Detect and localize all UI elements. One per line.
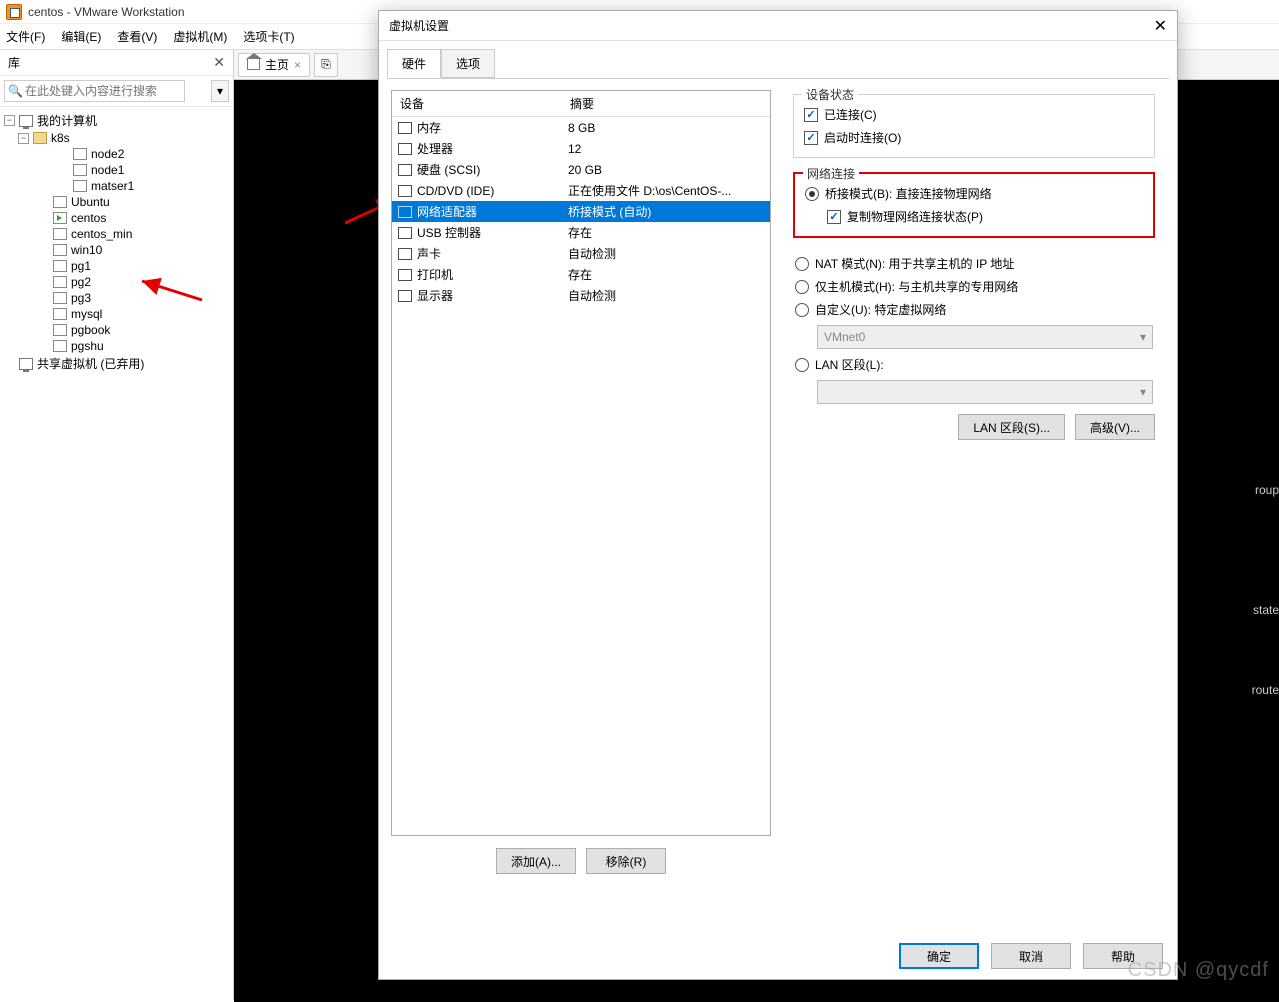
- tree-pg1[interactable]: pg1: [2, 258, 231, 274]
- terminal-output: roup state route: [1252, 470, 1279, 710]
- add-hardware-button[interactable]: 添加(A)...: [496, 848, 576, 874]
- radio-nat[interactable]: NAT 模式(N): 用于共享主机的 IP 地址: [795, 252, 1153, 275]
- radio-icon: [795, 257, 809, 271]
- tree-mysql[interactable]: mysql: [2, 306, 231, 322]
- sound-icon: [398, 248, 412, 260]
- tab-home[interactable]: 主页 ×: [238, 53, 310, 77]
- radio-bridged[interactable]: 桥接模式(B): 直接连接物理网络: [805, 182, 1143, 205]
- dialog-tab-options[interactable]: 选项: [441, 49, 495, 78]
- checkbox-icon: [804, 131, 818, 145]
- tree-pg3[interactable]: pg3: [2, 290, 231, 306]
- hardware-list: 设备 摘要 内存8 GB 处理器12 硬盘 (SCSI)20 GB CD/DVD…: [391, 90, 771, 836]
- dialog-tab-hardware[interactable]: 硬件: [387, 49, 441, 78]
- menu-view[interactable]: 查看(V): [117, 28, 157, 45]
- cancel-button[interactable]: 取消: [991, 943, 1071, 969]
- disk-icon: [398, 164, 412, 176]
- library-close-icon[interactable]: ✕: [213, 54, 225, 71]
- remove-hardware-button[interactable]: 移除(R): [586, 848, 666, 874]
- library-panel: 库 ✕ 🔍 ▾ −我的计算机 −k8s node2 node1 matser1 …: [0, 50, 234, 1000]
- hw-row-sound[interactable]: 声卡自动检测: [392, 243, 770, 264]
- col-device-header: 设备: [392, 91, 562, 116]
- lan-select: ▾: [817, 380, 1153, 404]
- hw-row-cd[interactable]: CD/DVD (IDE)正在使用文件 D:\os\CentOS-...: [392, 180, 770, 201]
- cpu-icon: [398, 143, 412, 155]
- tree-node1[interactable]: node1: [2, 162, 231, 178]
- tree-node2[interactable]: node2: [2, 146, 231, 162]
- menu-file[interactable]: 文件(F): [6, 28, 45, 45]
- usb-icon: [398, 227, 412, 239]
- hw-row-cpu[interactable]: 处理器12: [392, 138, 770, 159]
- tree-centos[interactable]: centos: [2, 210, 231, 226]
- device-state-legend: 设备状态: [802, 86, 858, 103]
- window-title: centos - VMware Workstation: [28, 5, 185, 19]
- menu-tabs[interactable]: 选项卡(T): [243, 28, 294, 45]
- tab-home-label: 主页: [265, 56, 289, 73]
- printer-icon: [398, 269, 412, 281]
- tree-pgshu[interactable]: pgshu: [2, 338, 231, 354]
- hw-row-usb[interactable]: USB 控制器存在: [392, 222, 770, 243]
- hw-row-disk[interactable]: 硬盘 (SCSI)20 GB: [392, 159, 770, 180]
- col-summary-header: 摘要: [562, 91, 770, 116]
- vm-settings-dialog: 虚拟机设置 ✕ 硬件 选项 设备 摘要 内存8 GB 处理器12 硬盘 (SCS…: [378, 10, 1178, 980]
- search-icon: 🔍: [8, 84, 23, 98]
- tree-win10[interactable]: win10: [2, 242, 231, 258]
- chevron-down-icon: ▾: [1140, 330, 1146, 344]
- tree-pg2[interactable]: pg2: [2, 274, 231, 290]
- tree-my-computer[interactable]: −我的计算机: [2, 111, 231, 130]
- library-search-input[interactable]: [4, 80, 185, 102]
- lan-segments-button[interactable]: LAN 区段(S)...: [958, 414, 1065, 440]
- library-tree: −我的计算机 −k8s node2 node1 matser1 Ubuntu c…: [0, 107, 233, 377]
- radio-lan[interactable]: LAN 区段(L):: [795, 353, 1153, 376]
- checkbox-icon: [804, 108, 818, 122]
- home-icon: [247, 59, 260, 70]
- radio-icon: [795, 280, 809, 294]
- tree-centos-min[interactable]: centos_min: [2, 226, 231, 242]
- ok-button[interactable]: 确定: [899, 943, 979, 969]
- network-connection-fieldset: 网络连接 桥接模式(B): 直接连接物理网络 复制物理网络连接状态(P): [793, 172, 1155, 238]
- library-title: 库: [8, 54, 20, 71]
- memory-icon: [398, 122, 412, 134]
- tab-close-icon[interactable]: ×: [294, 58, 301, 72]
- tree-k8s[interactable]: −k8s: [2, 130, 231, 146]
- radio-custom[interactable]: 自定义(U): 特定虚拟网络: [795, 298, 1153, 321]
- hw-row-network[interactable]: 网络适配器桥接模式 (自动): [392, 201, 770, 222]
- network-icon: [398, 206, 412, 218]
- hw-row-display[interactable]: 显示器自动检测: [392, 285, 770, 306]
- device-state-fieldset: 设备状态 已连接(C) 启动时连接(O): [793, 94, 1155, 158]
- chk-connected[interactable]: 已连接(C): [804, 103, 1144, 126]
- advanced-button[interactable]: 高级(V)...: [1075, 414, 1155, 440]
- checkbox-icon: [827, 210, 841, 224]
- detach-tab-button[interactable]: ⎘: [314, 53, 338, 77]
- cd-icon: [398, 185, 412, 197]
- dialog-close-icon[interactable]: ✕: [1154, 16, 1167, 36]
- tree-ubuntu[interactable]: Ubuntu: [2, 194, 231, 210]
- watermark: CSDN @qycdf: [1128, 959, 1269, 982]
- tree-pgbook[interactable]: pgbook: [2, 322, 231, 338]
- radio-hostonly[interactable]: 仅主机模式(H): 与主机共享的专用网络: [795, 275, 1153, 298]
- tree-shared[interactable]: 共享虚拟机 (已弃用): [2, 354, 231, 373]
- dialog-title: 虚拟机设置: [389, 17, 449, 34]
- network-legend: 网络连接: [803, 165, 859, 182]
- menu-vm[interactable]: 虚拟机(M): [173, 28, 227, 45]
- hw-row-memory[interactable]: 内存8 GB: [392, 117, 770, 138]
- menu-edit[interactable]: 编辑(E): [61, 28, 101, 45]
- radio-icon: [795, 358, 809, 372]
- tree-master1[interactable]: matser1: [2, 178, 231, 194]
- vmnet-select: VMnet0▾: [817, 325, 1153, 349]
- chk-connect-poweron[interactable]: 启动时连接(O): [804, 126, 1144, 149]
- display-icon: [398, 290, 412, 302]
- radio-icon: [805, 187, 819, 201]
- chevron-down-icon: ▾: [1140, 385, 1146, 399]
- search-dropdown-button[interactable]: ▾: [211, 80, 229, 102]
- radio-icon: [795, 303, 809, 317]
- app-icon: [6, 4, 22, 20]
- hw-row-printer[interactable]: 打印机存在: [392, 264, 770, 285]
- chk-replicate[interactable]: 复制物理网络连接状态(P): [805, 205, 1143, 228]
